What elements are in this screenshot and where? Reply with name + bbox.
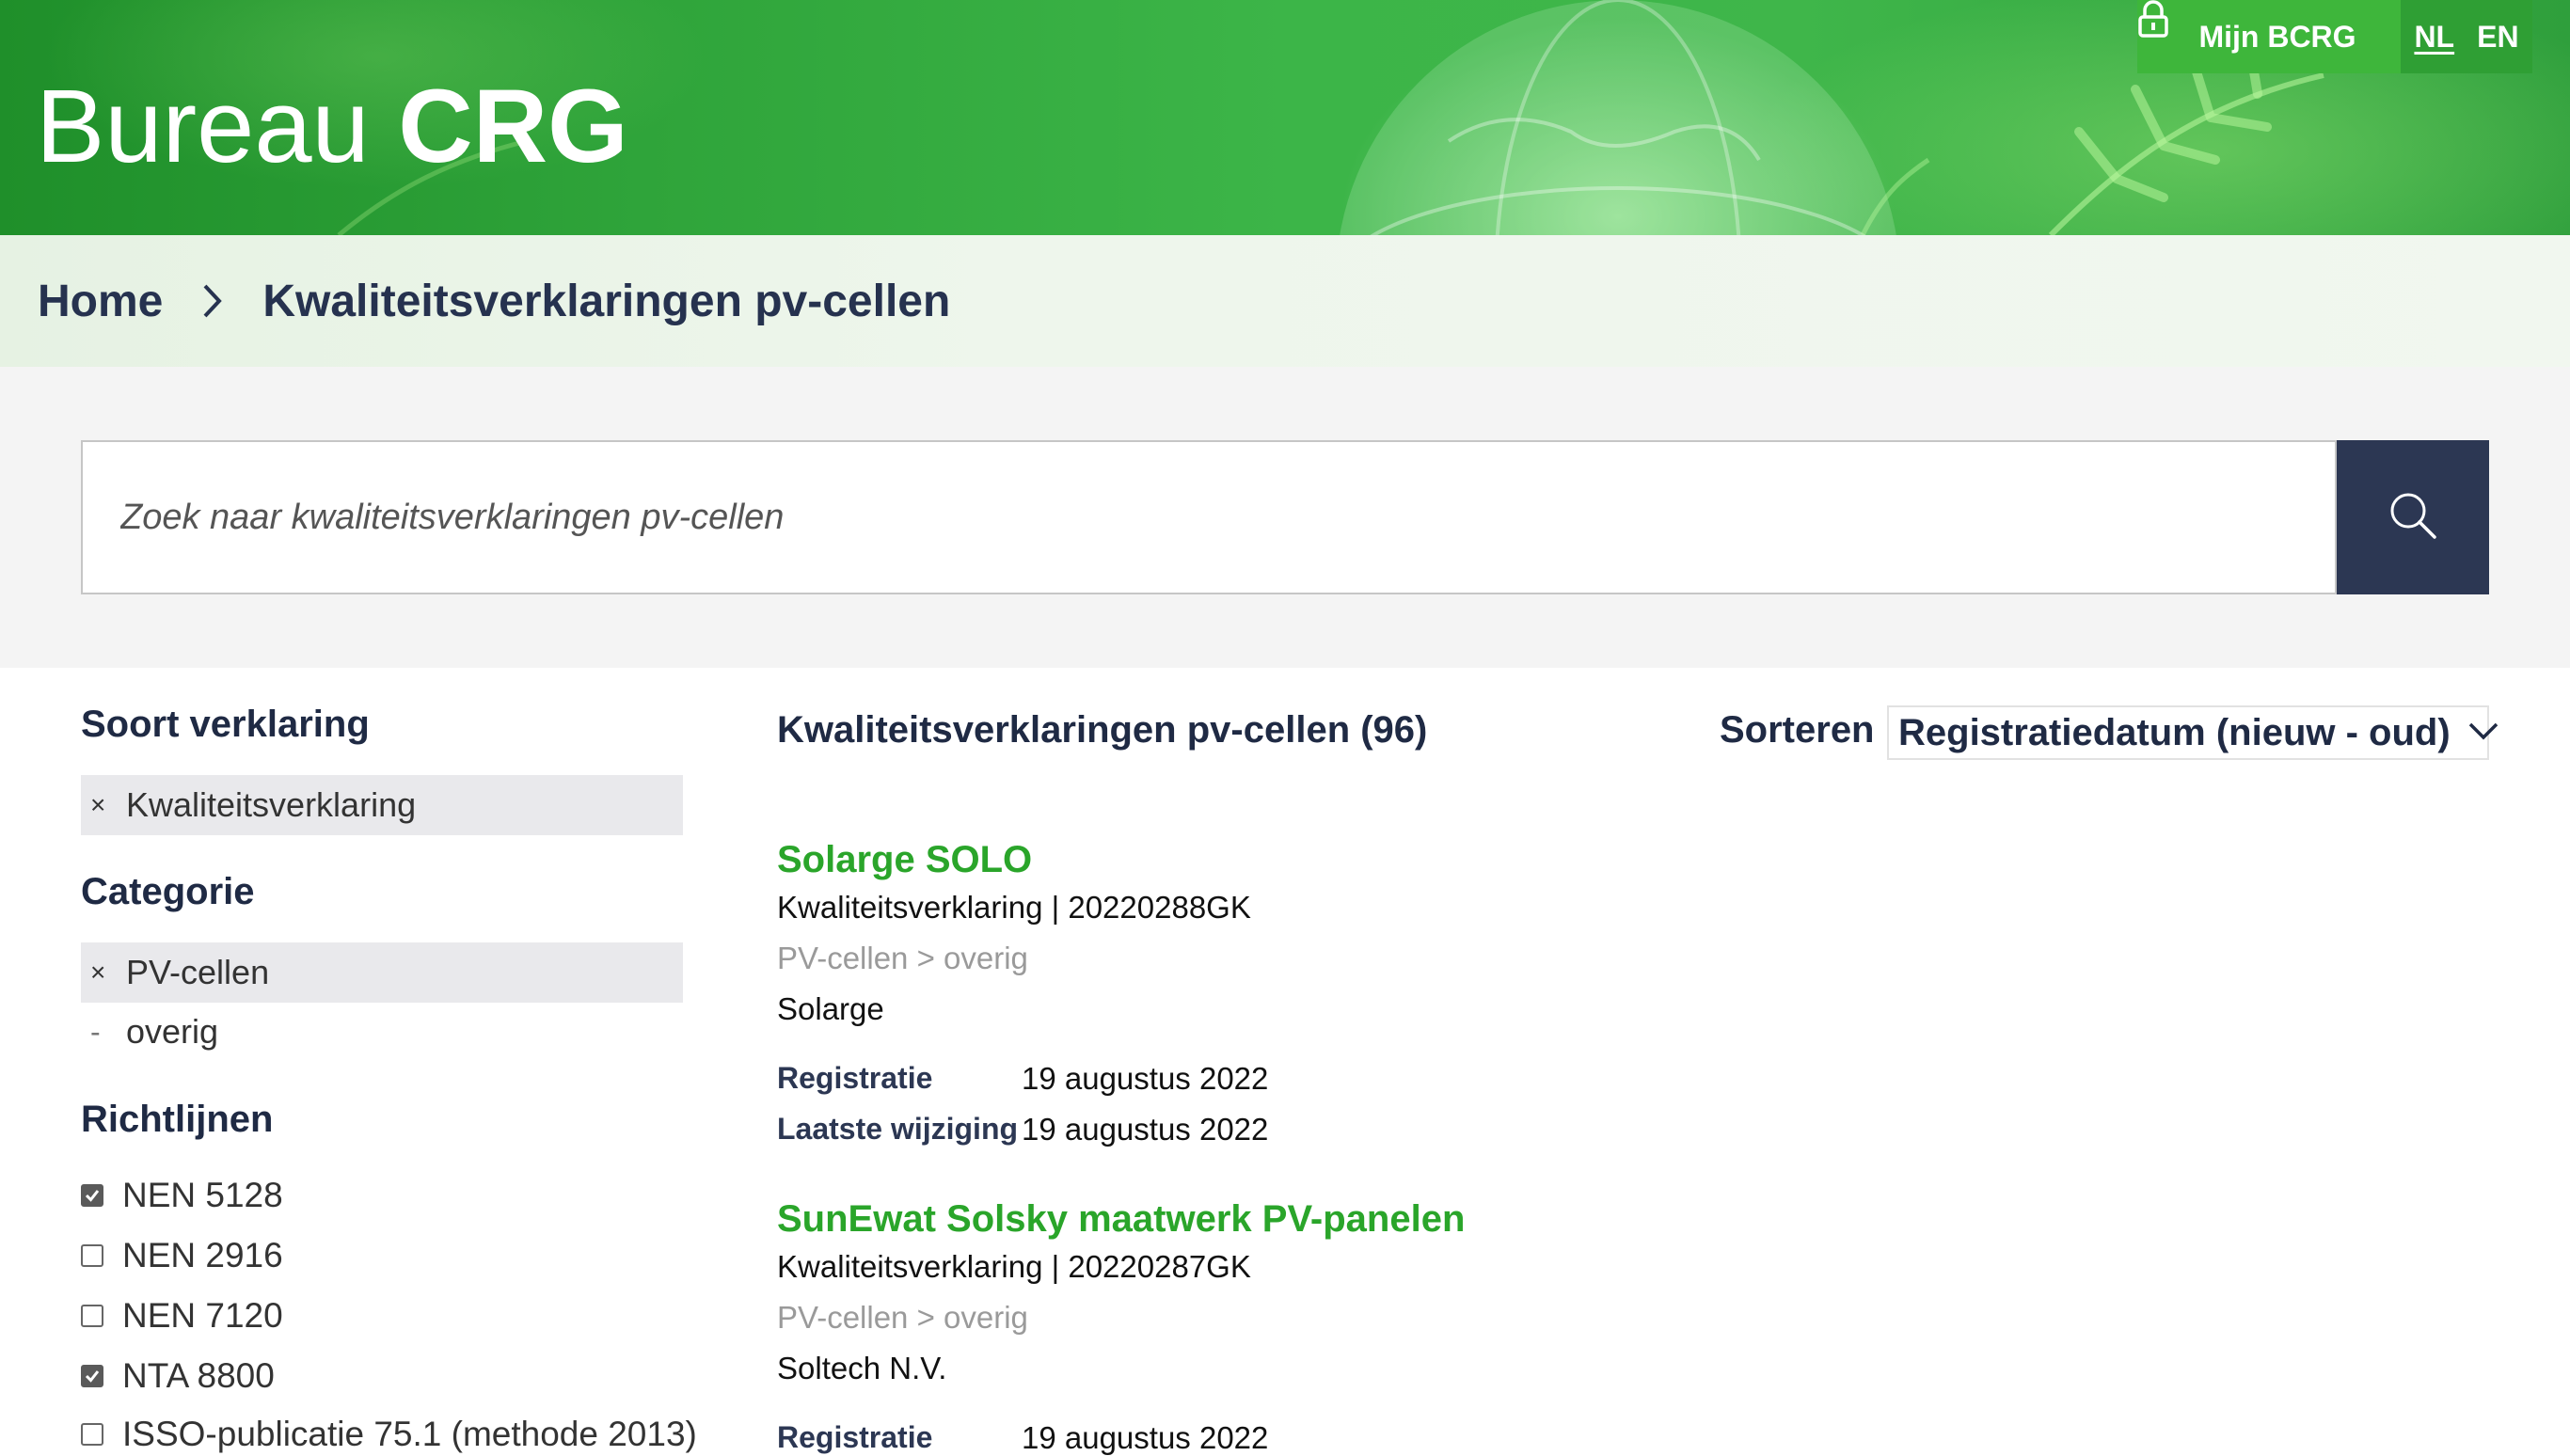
checkbox[interactable] [81, 1244, 103, 1267]
guideline-label: NTA 8800 [122, 1356, 275, 1395]
header-banner: Bureau CRG Mijn BCRG NL EN [0, 0, 2570, 235]
logo-text-bold: CRG [398, 69, 628, 184]
checkbox[interactable] [81, 1365, 103, 1387]
guideline-checkbox-row[interactable]: NTA 8800 [81, 1356, 275, 1396]
guideline-checkbox-row[interactable]: NEN 2916 [81, 1236, 283, 1275]
subcategory-marker: - [90, 1014, 101, 1049]
checkbox[interactable] [81, 1305, 103, 1327]
guideline-label: NEN 7120 [122, 1296, 283, 1335]
registration-date-label: Registratie [777, 1061, 933, 1095]
remove-filter-icon[interactable]: × [90, 957, 119, 988]
result-category: PV-cellen > overig [777, 1300, 1028, 1335]
result-title-link[interactable]: Solarge SOLO [777, 839, 1032, 881]
sort-dropdown[interactable]: Registratiedatum (nieuw - oud) [1887, 705, 2498, 760]
results-heading: Kwaliteitsverklaringen pv-cellen (96) [777, 709, 1428, 751]
filter-title-soort: Soort verklaring [81, 704, 370, 745]
result-category: PV-cellen > overig [777, 941, 1028, 975]
chevron-down-icon [2467, 720, 2499, 746]
guideline-checkbox-row[interactable]: NEN 5128 [81, 1176, 283, 1215]
chevron-right-icon [189, 283, 236, 319]
language-en-link[interactable]: EN [2477, 20, 2518, 55]
active-filter-label: PV-cellen [126, 953, 270, 991]
last-modified-value: 19 augustus 2022 [1022, 1112, 1269, 1147]
active-filter-kwaliteitsverklaring[interactable]: × Kwaliteitsverklaring [81, 775, 683, 835]
sort-selected-value: Registratiedatum (nieuw - oud) [1898, 711, 2451, 753]
guideline-label: NEN 2916 [122, 1236, 283, 1274]
sort-label: Sorteren [1720, 709, 1875, 751]
search-input[interactable] [81, 440, 2337, 594]
guideline-label: ISSO-publicatie 75.1 (methode 2013) [122, 1415, 697, 1453]
guideline-label: NEN 5128 [122, 1176, 283, 1214]
result-company: Solarge [777, 991, 884, 1026]
subcategory-label: overig [126, 1012, 219, 1051]
active-filter-label: Kwaliteitsverklaring [126, 785, 417, 824]
registration-date-value: 19 augustus 2022 [1022, 1061, 1269, 1096]
site-logo[interactable]: Bureau CRG [36, 66, 628, 188]
subcategory-overig[interactable]: - overig [81, 1012, 218, 1052]
search-icon [2388, 491, 2437, 545]
active-filter-pv-cellen[interactable]: × PV-cellen [81, 942, 683, 1003]
filter-title-categorie: Categorie [81, 871, 255, 912]
guideline-checkbox-row[interactable]: NEN 7120 [81, 1296, 283, 1336]
logo-text-light: Bureau [36, 69, 370, 184]
result-meta: Kwaliteitsverklaring | 20220287GK [777, 1249, 1251, 1284]
language-nl-link[interactable]: NL [2414, 20, 2454, 55]
breadcrumb-current: Kwaliteitsverklaringen pv-cellen [262, 276, 951, 326]
breadcrumb: Home Kwaliteitsverklaringen pv-cellen [0, 235, 2570, 367]
result-title-link[interactable]: SunEwat Solsky maatwerk PV-panelen [777, 1198, 1465, 1241]
breadcrumb-home-link[interactable]: Home [38, 276, 163, 327]
search-button[interactable] [2337, 440, 2489, 594]
remove-filter-icon[interactable]: × [90, 790, 119, 820]
result-meta: Kwaliteitsverklaring | 20220288GK [777, 890, 1251, 925]
checkbox[interactable] [81, 1184, 103, 1207]
checkbox[interactable] [81, 1423, 103, 1446]
guideline-checkbox-row[interactable]: ISSO-publicatie 75.1 (methode 2013) [81, 1415, 697, 1454]
my-account-label: Mijn BCRG [2198, 19, 2356, 54]
result-company: Soltech N.V. [777, 1351, 947, 1385]
language-switcher: NL EN [2401, 0, 2532, 73]
filter-title-richtlijnen: Richtlijnen [81, 1099, 274, 1140]
registration-date-value: 19 augustus 2022 [1022, 1420, 1269, 1455]
registration-date-label: Registratie [777, 1420, 933, 1454]
last-modified-label: Laatste wijziging [777, 1112, 1019, 1146]
my-account-button[interactable]: Mijn BCRG [2137, 0, 2401, 73]
